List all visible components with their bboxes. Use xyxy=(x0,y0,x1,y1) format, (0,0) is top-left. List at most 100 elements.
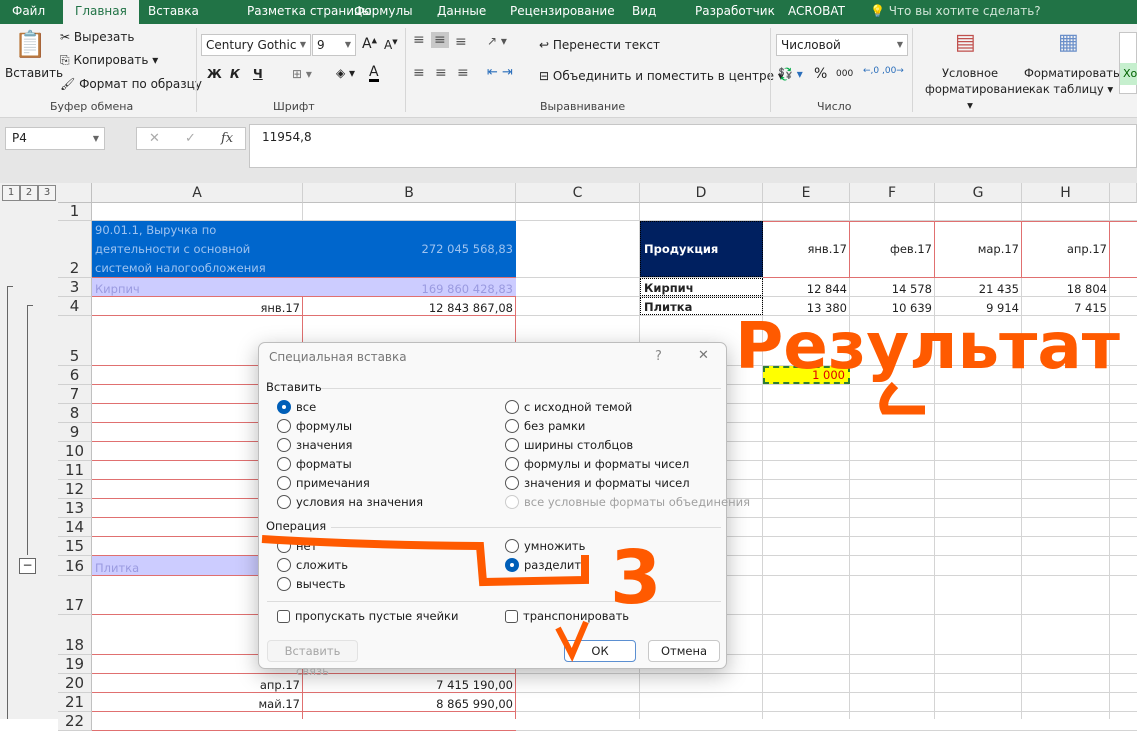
radio-op_left-0[interactable]: нет xyxy=(277,539,317,553)
row-header-1[interactable]: 1 xyxy=(58,202,92,221)
conditional-format-icon[interactable]: ▤ xyxy=(955,30,976,55)
cell-H2[interactable]: апр.17 xyxy=(1022,221,1110,277)
font-name-combo[interactable]: Century Gothic ▼ xyxy=(201,34,311,56)
cell-A2[interactable]: 90.01.1, Выручка по деятельности с основ… xyxy=(92,221,303,277)
cell-D3[interactable]: Кирпич xyxy=(640,278,763,296)
column-header-F[interactable]: F xyxy=(850,183,935,203)
column-header-A[interactable]: A xyxy=(92,183,303,203)
tab-5[interactable]: Данные xyxy=(425,0,498,24)
tab-7[interactable]: Вид xyxy=(620,0,668,24)
column-header-E[interactable]: E xyxy=(763,183,850,203)
underline-button[interactable]: Ч xyxy=(253,67,263,81)
radio-paste_left-3[interactable]: форматы xyxy=(277,457,352,471)
column-header-B[interactable]: B xyxy=(303,183,516,203)
row-header-2[interactable]: 2 xyxy=(58,221,92,278)
column-header-C[interactable]: C xyxy=(516,183,640,203)
cell-A4[interactable]: янв.17 xyxy=(92,297,303,315)
radio-paste_left-5[interactable]: условия на значения xyxy=(277,495,423,509)
thousands-button[interactable]: 000 xyxy=(836,69,853,79)
select-all-button[interactable] xyxy=(58,183,92,203)
row-header-8[interactable]: 8 xyxy=(58,404,92,423)
wrap-text-button[interactable]: ↩ Перенести текст xyxy=(539,38,660,52)
row-header-5[interactable]: 5 xyxy=(58,316,92,366)
collapse-group-button[interactable]: − xyxy=(19,558,36,574)
cell-A3[interactable]: Кирпич xyxy=(92,278,303,296)
merge-center-button[interactable]: ⊟ Объединить и поместить в центре ▾ xyxy=(539,69,784,83)
outline-level-2[interactable]: 2 xyxy=(20,185,38,201)
enter-icon[interactable]: ✓ xyxy=(185,128,196,149)
cell-E4[interactable]: 13 380 xyxy=(763,297,850,315)
cell-B4[interactable]: 12 843 867,08 xyxy=(303,297,516,315)
column-header-G[interactable]: G xyxy=(935,183,1022,203)
column-header-H[interactable]: H xyxy=(1022,183,1110,203)
cell-A21[interactable]: май.17 xyxy=(92,693,303,711)
align-bottom-icon[interactable]: ≡ xyxy=(455,34,467,50)
radio-paste_left-2[interactable]: значения xyxy=(277,438,352,452)
insert-function-icon[interactable]: fx xyxy=(221,128,233,149)
skip-blanks-checkbox[interactable]: пропускать пустые ячейки xyxy=(277,609,458,623)
cell-G2[interactable]: мар.17 xyxy=(935,221,1022,277)
radio-paste_left-4[interactable]: примечания xyxy=(277,476,370,490)
column-header-D[interactable]: D xyxy=(640,183,763,203)
cell-E3[interactable]: 12 844 xyxy=(763,278,850,296)
format-as-table-icon[interactable]: ▦ xyxy=(1058,30,1079,55)
tab-6[interactable]: Рецензирование xyxy=(498,0,627,24)
row-header-12[interactable]: 12 xyxy=(58,480,92,499)
row-header-10[interactable]: 10 xyxy=(58,442,92,461)
cell-B2[interactable]: 272 045 568,83 xyxy=(303,221,516,277)
align-right-icon[interactable]: ≡ xyxy=(457,65,469,81)
decimal-icons[interactable]: ←,0 ,00→ xyxy=(863,66,904,76)
bold-button[interactable]: Ж xyxy=(207,67,222,81)
cell-G3[interactable]: 21 435 xyxy=(935,278,1022,296)
tab-4[interactable]: Формулы xyxy=(342,0,425,24)
align-top-icon[interactable]: ≡ xyxy=(413,32,425,48)
tab-2[interactable]: Вставка xyxy=(136,0,211,24)
cell-B3[interactable]: 169 860 428,83 xyxy=(303,278,516,296)
currency-icon[interactable]: 💱 ▾ xyxy=(778,67,803,81)
shrink-font-icon[interactable]: A▼ xyxy=(384,38,398,52)
radio-paste_right-2[interactable]: ширины столбцов xyxy=(505,438,633,452)
tab-8[interactable]: Разработчик xyxy=(683,0,787,24)
cell-B20[interactable]: 7 415 190,00 xyxy=(303,674,516,692)
row-header-22[interactable]: 22 xyxy=(58,712,92,731)
orientation-icon[interactable]: ↗ ▾ xyxy=(487,34,507,48)
row-header-17[interactable]: 17 xyxy=(58,576,92,615)
copy-button[interactable]: ⎘ Копировать ▾ xyxy=(60,53,158,68)
radio-paste_left-1[interactable]: формулы xyxy=(277,419,352,433)
cell-F2[interactable]: фев.17 xyxy=(850,221,935,277)
cell-B21[interactable]: 8 865 990,00 xyxy=(303,693,516,711)
cell-styles-gallery[interactable]: Хо xyxy=(1119,32,1137,94)
outline-level-1[interactable]: 1 xyxy=(2,185,20,201)
formula-input[interactable]: 11954,8 xyxy=(249,124,1137,168)
radio-paste_right-0[interactable]: с исходной темой xyxy=(505,400,632,414)
column-header-extra[interactable] xyxy=(1110,183,1137,203)
align-middle-icon[interactable]: ≡ xyxy=(431,32,449,48)
radio-paste_right-4[interactable]: значения и форматы чисел xyxy=(505,476,690,490)
radio-paste_right-1[interactable]: без рамки xyxy=(505,419,585,433)
font-color-button[interactable]: A xyxy=(369,65,379,82)
cell-D2[interactable]: Продукция xyxy=(640,221,763,277)
cell-D4[interactable]: Плитка xyxy=(640,297,763,315)
cell-H3[interactable]: 18 804 xyxy=(1022,278,1110,296)
number-format-combo[interactable]: Числовой ▼ xyxy=(776,34,908,56)
row-header-21[interactable]: 21 xyxy=(58,693,92,712)
tab-1[interactable]: Главная xyxy=(63,0,139,24)
fill-color-icon[interactable]: ◈ ▾ xyxy=(336,66,355,80)
cell-H4[interactable]: 7 415 xyxy=(1022,297,1110,315)
percent-button[interactable]: % xyxy=(814,66,827,82)
indent-icons[interactable]: ⇤ ⇥ xyxy=(487,65,513,80)
ok-button[interactable]: ОК xyxy=(564,640,636,662)
cell-A20[interactable]: апр.17 xyxy=(92,674,303,692)
cell-style-good[interactable]: Хо xyxy=(1120,63,1137,85)
row-header-14[interactable]: 14 xyxy=(58,518,92,537)
row-header-4[interactable]: 4 xyxy=(58,297,92,316)
row-header-18[interactable]: 18 xyxy=(58,615,92,655)
row-header-13[interactable]: 13 xyxy=(58,499,92,518)
italic-button[interactable]: К xyxy=(230,67,240,81)
radio-op_left-1[interactable]: сложить xyxy=(277,558,348,572)
format-as-table-button[interactable]: Форматировать как таблицу ▾ xyxy=(1024,65,1120,97)
cell-E6[interactable]: 1 000 xyxy=(763,366,850,384)
cell-G4[interactable]: 9 914 xyxy=(935,297,1022,315)
row-header-19[interactable]: 19 xyxy=(58,655,92,674)
transpose-checkbox[interactable]: транспонировать xyxy=(505,609,629,623)
